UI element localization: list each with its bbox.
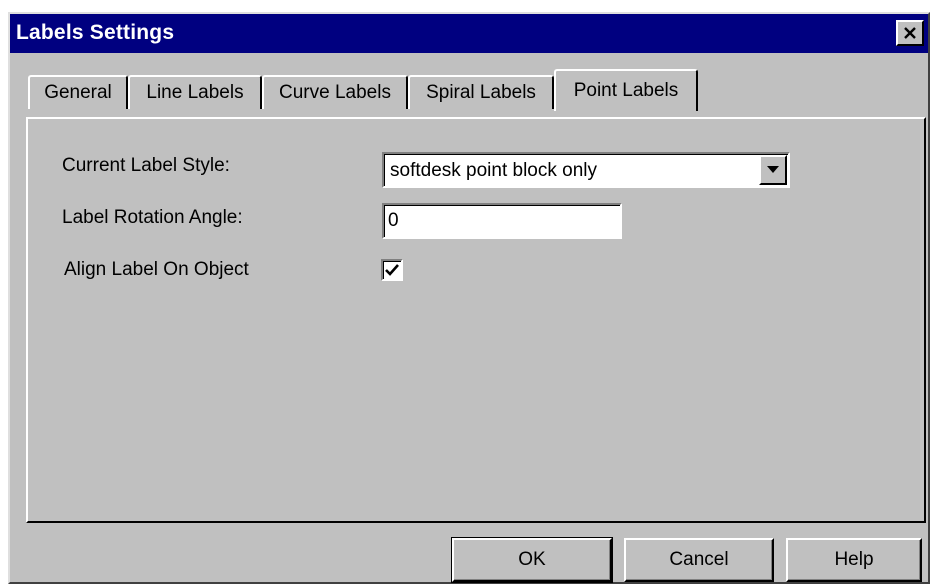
- label-style-label: Current Label Style:: [62, 155, 230, 176]
- close-button[interactable]: [896, 20, 924, 46]
- tab-spiral-labels[interactable]: Spiral Labels: [408, 75, 554, 109]
- label-style-value: softdesk point block only: [390, 160, 598, 181]
- tab-line-labels[interactable]: Line Labels: [128, 75, 262, 109]
- cancel-button[interactable]: Cancel: [624, 538, 774, 582]
- chevron-down-icon: [767, 166, 779, 173]
- label-style-select[interactable]: softdesk point block only: [382, 152, 790, 188]
- tab-curve-labels[interactable]: Curve Labels: [262, 75, 408, 109]
- tab-label: Point Labels: [573, 80, 679, 101]
- close-icon: [904, 27, 916, 39]
- tab-label: General: [44, 82, 112, 103]
- tab-general[interactable]: General: [28, 75, 128, 109]
- point-labels-panel: Current Label Style: softdesk point bloc…: [26, 117, 926, 523]
- help-button[interactable]: Help: [786, 538, 922, 582]
- dropdown-button[interactable]: [759, 155, 787, 185]
- tab-label: Curve Labels: [279, 82, 391, 103]
- align-label-checkbox[interactable]: [381, 259, 403, 281]
- tab-label: Spiral Labels: [426, 82, 536, 103]
- rotation-angle-input[interactable]: [382, 203, 622, 239]
- rotation-angle-label: Label Rotation Angle:: [62, 207, 243, 228]
- tab-point-labels[interactable]: Point Labels: [554, 69, 698, 111]
- window-title: Labels Settings: [16, 21, 175, 44]
- ok-button[interactable]: OK: [451, 537, 613, 583]
- tab-label: Line Labels: [146, 82, 244, 103]
- align-label-text: Align Label On Object: [64, 259, 249, 280]
- checkmark-icon: [385, 264, 399, 276]
- labels-settings-dialog: Labels Settings General Line Labels Curv…: [8, 12, 930, 584]
- title-bar[interactable]: Labels Settings: [10, 14, 928, 53]
